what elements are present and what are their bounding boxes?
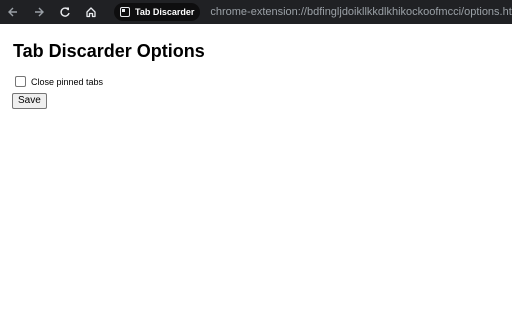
arrow-right-icon: [35, 7, 44, 17]
extension-chip-label: Tab Discarder: [135, 7, 195, 17]
back-button[interactable]: [0, 0, 26, 24]
close-pinned-tabs-checkbox[interactable]: [15, 76, 26, 87]
close-pinned-tabs-option[interactable]: Close pinned tabs: [12, 76, 500, 87]
close-pinned-tabs-label[interactable]: Close pinned tabs: [31, 77, 103, 87]
page-title: Tab Discarder Options: [13, 41, 205, 61]
url-text[interactable]: chrome-extension://bdfingljdoikllkkdlkhi…: [210, 6, 512, 18]
reload-button[interactable]: [52, 0, 78, 24]
extension-icon: [120, 7, 130, 17]
address-bar[interactable]: Tab Discarder chrome-extension://bdfingl…: [112, 1, 512, 23]
extension-chip[interactable]: Tab Discarder: [114, 3, 201, 21]
browser-toolbar: Tab Discarder chrome-extension://bdfingl…: [0, 0, 512, 24]
save-button[interactable]: Save: [12, 93, 47, 109]
forward-button[interactable]: [26, 0, 52, 24]
home-button[interactable]: [78, 0, 104, 24]
options-page: Tab Discarder Options Close pinned tabs …: [0, 40, 512, 109]
home-icon: [86, 7, 96, 18]
arrow-left-icon: [8, 7, 17, 17]
reload-icon: [60, 7, 70, 17]
